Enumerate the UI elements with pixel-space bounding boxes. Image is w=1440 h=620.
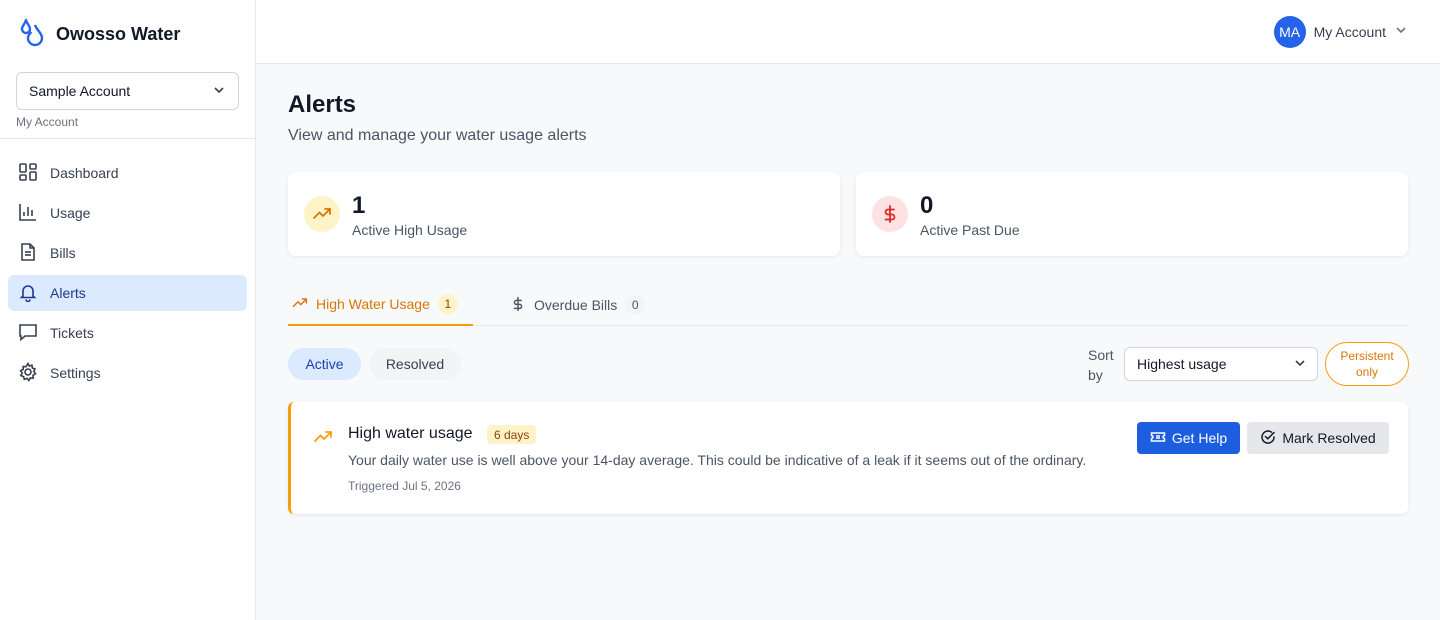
tab-count-badge: 0 [625, 295, 646, 315]
filter-active-button[interactable]: Active [288, 348, 361, 380]
get-help-button[interactable]: Get Help [1137, 422, 1240, 454]
persistent-only-toggle[interactable]: Persistent only [1325, 342, 1409, 386]
bar-chart-icon [18, 202, 38, 225]
page-title: Alerts [288, 91, 357, 118]
sidebar-item-label: Dashboard [50, 165, 119, 181]
top-header: MA My Account [256, 0, 1440, 64]
sidebar-nav: Dashboard Usage Bills Alerts Tickets Set… [8, 155, 247, 395]
sidebar-item-settings[interactable]: Settings [8, 355, 247, 391]
dashboard-icon [18, 162, 38, 185]
stat-value: 1 [352, 192, 366, 219]
filter-resolved-button[interactable]: Resolved [369, 348, 461, 380]
stat-label: Active High Usage [352, 222, 468, 238]
trending-up-icon [304, 196, 340, 232]
dollar-icon [872, 196, 908, 232]
alert-duration-badge: 6 days [487, 425, 537, 444]
tab-label: High Water Usage [316, 296, 430, 312]
water-drops-icon [18, 17, 46, 52]
page-subtitle: View and manage your water usage alerts [288, 127, 587, 144]
chevron-down-icon [1293, 356, 1307, 373]
document-icon [18, 242, 38, 265]
get-help-label: Get Help [1171, 430, 1228, 446]
account-menu[interactable]: MA My Account [1273, 16, 1408, 48]
alert-card: High water usage 6 days Your daily water… [288, 402, 1408, 514]
tab-label: Overdue Bills [534, 297, 618, 313]
stat-card-past-due: 0 Active Past Due [856, 172, 1408, 256]
trending-up-icon [292, 295, 308, 314]
avatar: MA [1273, 16, 1306, 48]
sidebar-item-dashboard[interactable]: Dashboard [8, 155, 247, 191]
chevron-down-icon [212, 83, 226, 100]
brand[interactable]: Owosso Water [18, 17, 180, 52]
sidebar-item-tickets[interactable]: Tickets [8, 315, 247, 351]
sort-select[interactable]: Highest usage [1124, 347, 1318, 381]
sidebar: Owosso Water Sample Account My Account D… [0, 0, 256, 620]
sidebar-item-label: Settings [50, 365, 101, 381]
stat-label: Active Past Due [920, 222, 1020, 238]
account-menu-label: My Account [1313, 24, 1386, 40]
sidebar-divider [0, 138, 256, 139]
account-switcher-value: Sample Account [29, 83, 131, 99]
brand-name: Owosso Water [56, 24, 181, 44]
sidebar-item-bills[interactable]: Bills [8, 235, 247, 271]
sort-label: Sort by [1088, 347, 1114, 383]
stat-card-high-usage: 1 Active High Usage [288, 172, 840, 256]
sidebar-item-label: Alerts [50, 285, 86, 301]
check-circle-icon [1260, 429, 1276, 448]
alert-description: Your daily water use is well above your … [348, 452, 1087, 468]
account-caption: My Account [16, 115, 79, 129]
dollar-icon [510, 296, 526, 315]
mark-resolved-button[interactable]: Mark Resolved [1247, 422, 1389, 454]
account-switcher[interactable]: Sample Account [16, 72, 239, 110]
stat-value: 0 [920, 192, 934, 219]
message-icon [18, 322, 38, 345]
gear-icon [18, 361, 38, 385]
sidebar-item-label: Tickets [50, 325, 94, 341]
chevron-down-icon [1394, 23, 1408, 42]
alert-triggered-time: Triggered Jul 5, 2026 [348, 479, 461, 493]
sidebar-item-usage[interactable]: Usage [8, 195, 247, 231]
trending-up-icon [313, 427, 333, 452]
mark-resolved-label: Mark Resolved [1282, 430, 1376, 446]
sidebar-item-label: Usage [50, 205, 91, 221]
ticket-icon [1150, 429, 1166, 448]
tab-overdue-bills[interactable]: Overdue Bills 0 [510, 284, 646, 326]
alert-type-tabs: High Water Usage 1 Overdue Bills 0 [288, 284, 1408, 326]
tab-high-water-usage[interactable]: High Water Usage 1 [288, 284, 473, 326]
alert-title: High water usage [348, 425, 473, 442]
sidebar-item-label: Bills [50, 245, 76, 261]
bell-icon [18, 282, 38, 305]
tab-count-badge: 1 [437, 294, 458, 314]
sort-select-value: Highest usage [1137, 356, 1227, 372]
sidebar-item-alerts[interactable]: Alerts [8, 275, 247, 311]
